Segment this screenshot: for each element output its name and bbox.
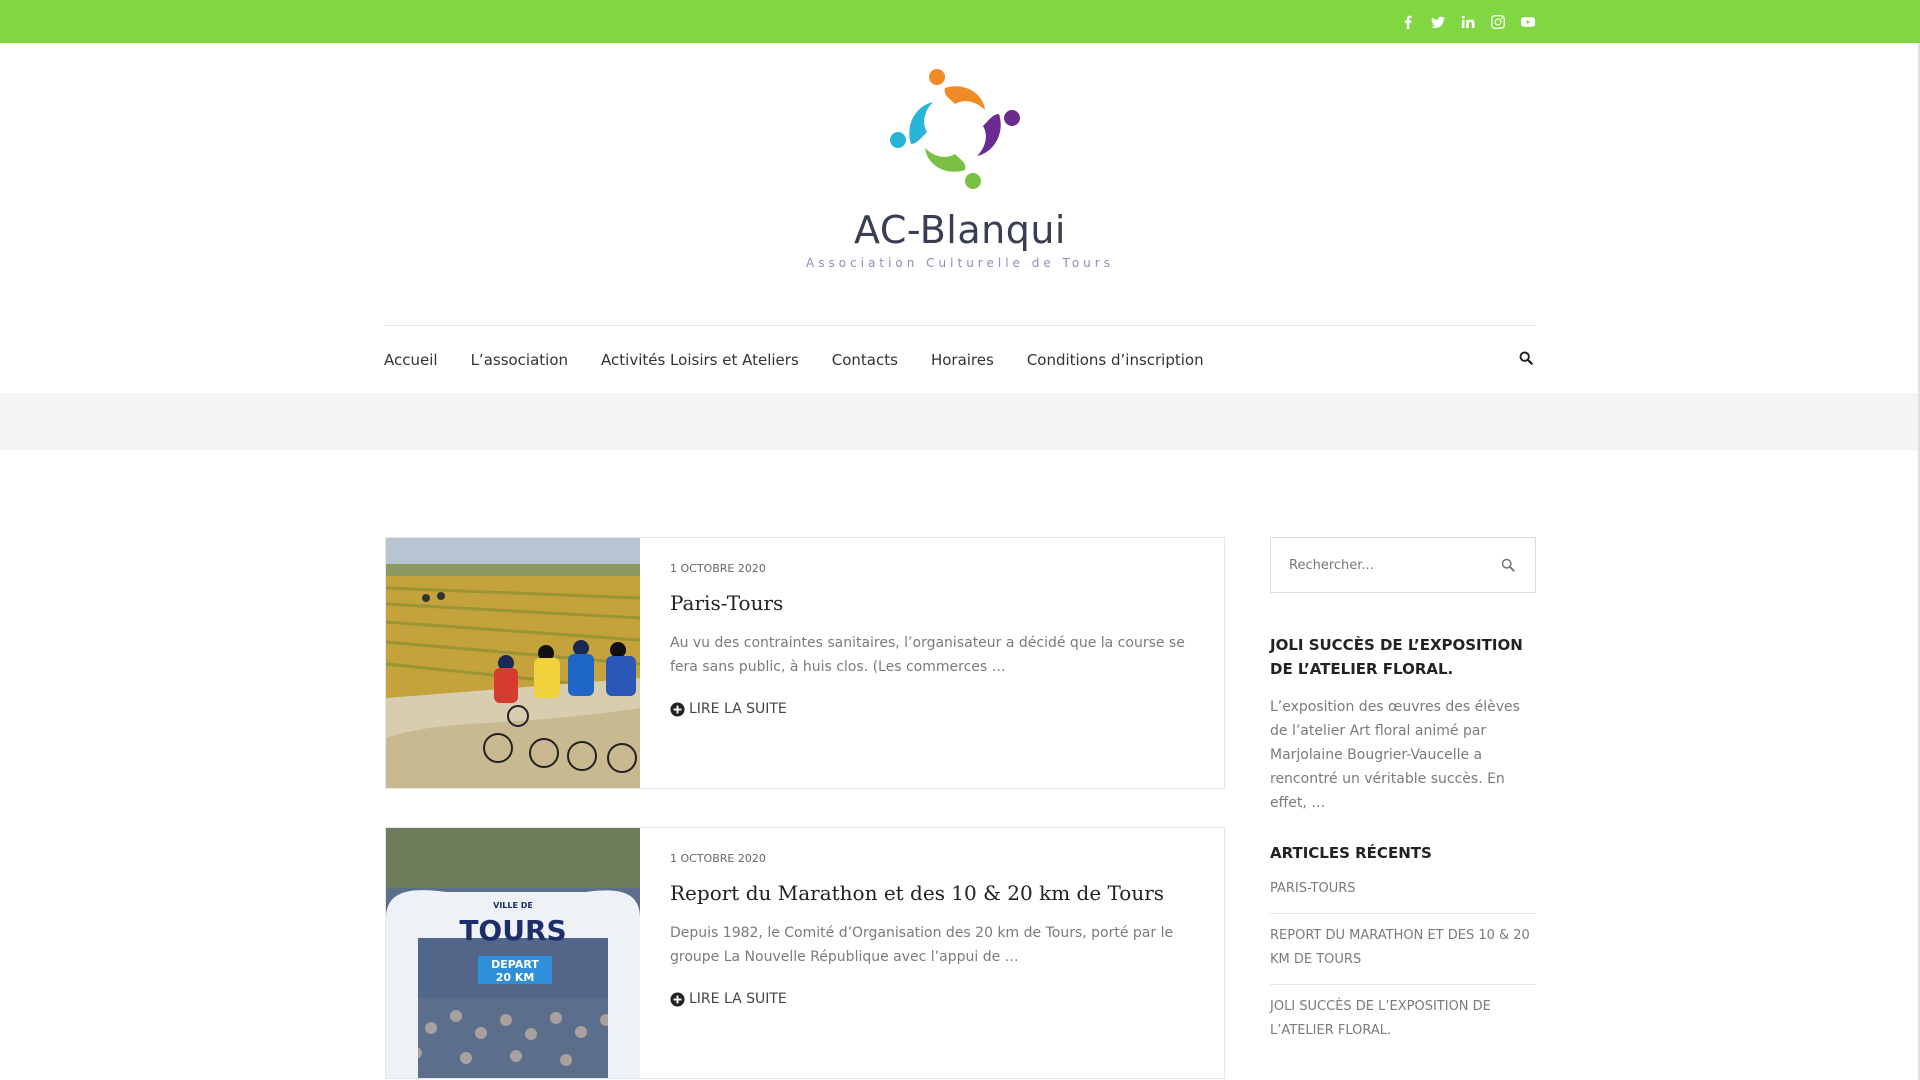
featured-widget: Joli succès de l’exposition de l’atelier… [1270,633,1536,815]
main-navigation: Accueil L’association Activités Loisirs … [384,325,1536,393]
post-card: 1 octobre 2020 Paris-Tours Au vu des con… [385,537,1225,789]
sidebar: Joli succès de l’exposition de l’atelier… [1270,537,1536,1055]
site-header: AC-Blanqui Association Culturelle de Tou… [0,43,1920,323]
nav-item-horaires[interactable]: Horaires [931,351,994,369]
sidebar-search-input[interactable] [1271,538,1481,592]
site-title[interactable]: AC-Blanqui [0,208,1920,252]
nav-item-association[interactable]: L’association [471,351,568,369]
recent-posts-widget: Articles récents Paris-Tours Report du M… [1270,841,1536,1055]
widget-text: L’exposition des œuvres des élèves de l’… [1270,699,1520,811]
post-title[interactable]: Report du Marathon et des 10 & 20 km de … [670,879,1200,907]
nav-item-conditions[interactable]: Conditions d’inscription [1027,351,1204,369]
post-thumbnail-cyclists[interactable] [386,538,640,788]
search-icon[interactable] [1501,558,1515,572]
top-bar [0,0,1920,43]
nav-item-contacts[interactable]: Contacts [832,351,898,369]
linkedin-icon[interactable] [1460,14,1476,30]
recent-post-link[interactable]: Joli succès de l’exposition de l’atelier… [1270,985,1536,1055]
post-date: 1 octobre 2020 [670,852,766,865]
post-thumbnail-marathon[interactable]: VILLE DE TOURS DEPART 20 KM [386,828,640,1078]
site-tagline: Association Culturelle de Tours [806,256,1114,270]
nav-item-accueil[interactable]: Accueil [384,351,438,369]
post-date: 1 octobre 2020 [670,562,766,575]
twitter-icon[interactable] [1430,14,1446,30]
recent-post-link[interactable]: Paris-Tours [1270,877,1536,914]
nav-item-activites[interactable]: Activités Loisirs et Ateliers [601,351,799,369]
arch-main-label: TOURS [459,914,566,947]
read-more-link[interactable]: Lire la suite [670,991,787,1007]
arch-city-label: VILLE DE [493,901,533,910]
post-card: VILLE DE TOURS DEPART 20 KM 1 octobre 20… [385,827,1225,1079]
widget-title: Articles récents [1270,844,1432,862]
post-title[interactable]: Paris-Tours [670,589,1200,617]
arch-depart-label: DEPART [491,958,539,971]
read-more-label: Lire la suite [689,701,787,717]
social-links [1400,0,1536,43]
site-logo[interactable] [885,68,1025,190]
sidebar-search [1270,537,1536,593]
plus-circle-icon [670,991,685,1007]
post-excerpt: Au vu des contraintes sanitaires, l’orga… [670,635,1185,675]
youtube-icon[interactable] [1520,14,1536,30]
search-icon[interactable] [1516,348,1536,368]
read-more-label: Lire la suite [689,991,787,1007]
facebook-icon[interactable] [1400,14,1416,30]
arch-distance-label: 20 KM [496,971,535,984]
post-excerpt: Depuis 1982, le Comité d’Organisation de… [670,925,1174,965]
page-header-band [0,393,1920,450]
instagram-icon[interactable] [1490,14,1506,30]
widget-title[interactable]: Joli succès de l’exposition de l’atelier… [1270,633,1536,681]
read-more-link[interactable]: Lire la suite [670,701,787,717]
plus-circle-icon [670,701,685,717]
recent-post-link[interactable]: Report du Marathon et des 10 & 20 km de … [1270,914,1536,985]
